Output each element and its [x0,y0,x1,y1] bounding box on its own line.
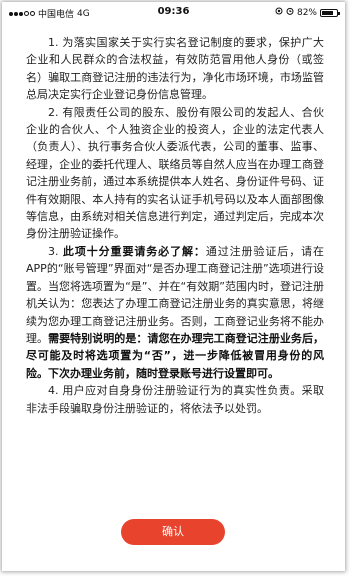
battery-fill [322,10,334,15]
notice-paragraph-2: 2. 有限责任公司的股东、股份有限公司的发起人、合伙企业的合伙人、个人独资企业的… [26,105,324,241]
alarm-icon [286,7,294,18]
special-note: 需要特别说明的是：请您在办理完工商登记注册业务后，尽可能及时将选项置为“否”，进… [26,331,324,380]
notice-content: 1. 为落实国家关于实行实名登记制度的要求，保护广大企业和人民群众的合法权益，有… [26,34,324,417]
notice-paragraph-4: 4. 用户应对自身身份注册验证行为的真实性负责。采取非法手段骗取身份注册验证的，… [26,384,324,415]
battery-percent: 82% [296,7,317,18]
battery-icon [320,8,340,17]
location-icon [275,7,283,18]
confirm-button[interactable]: 确认 [121,519,225,545]
phone-screen: 中国电信 4G 09:36 82% 1. 为落实国家关于实行实名登记制度的要求，… [2,2,345,571]
important-heading: 此项十分重要请务必了解： [62,244,206,258]
paragraph-3-body: 通过注册验证后，请在APP的“账号管理”界面对“是否办理工商登记注册”选项进行设… [26,244,325,345]
paragraph-3-number: 3. [48,244,63,258]
status-bar: 中国电信 4G 09:36 82% [2,2,345,22]
notice-paragraph-1: 1. 为落实国家关于实行实名登记制度的要求，保护广大企业和人民群众的合法权益，有… [26,36,324,102]
status-right: 82% [275,7,340,18]
notice-paragraph-3: 3. 此项十分重要请务必了解：通过注册验证后，请在APP的“账号管理”界面对“是… [26,243,324,382]
